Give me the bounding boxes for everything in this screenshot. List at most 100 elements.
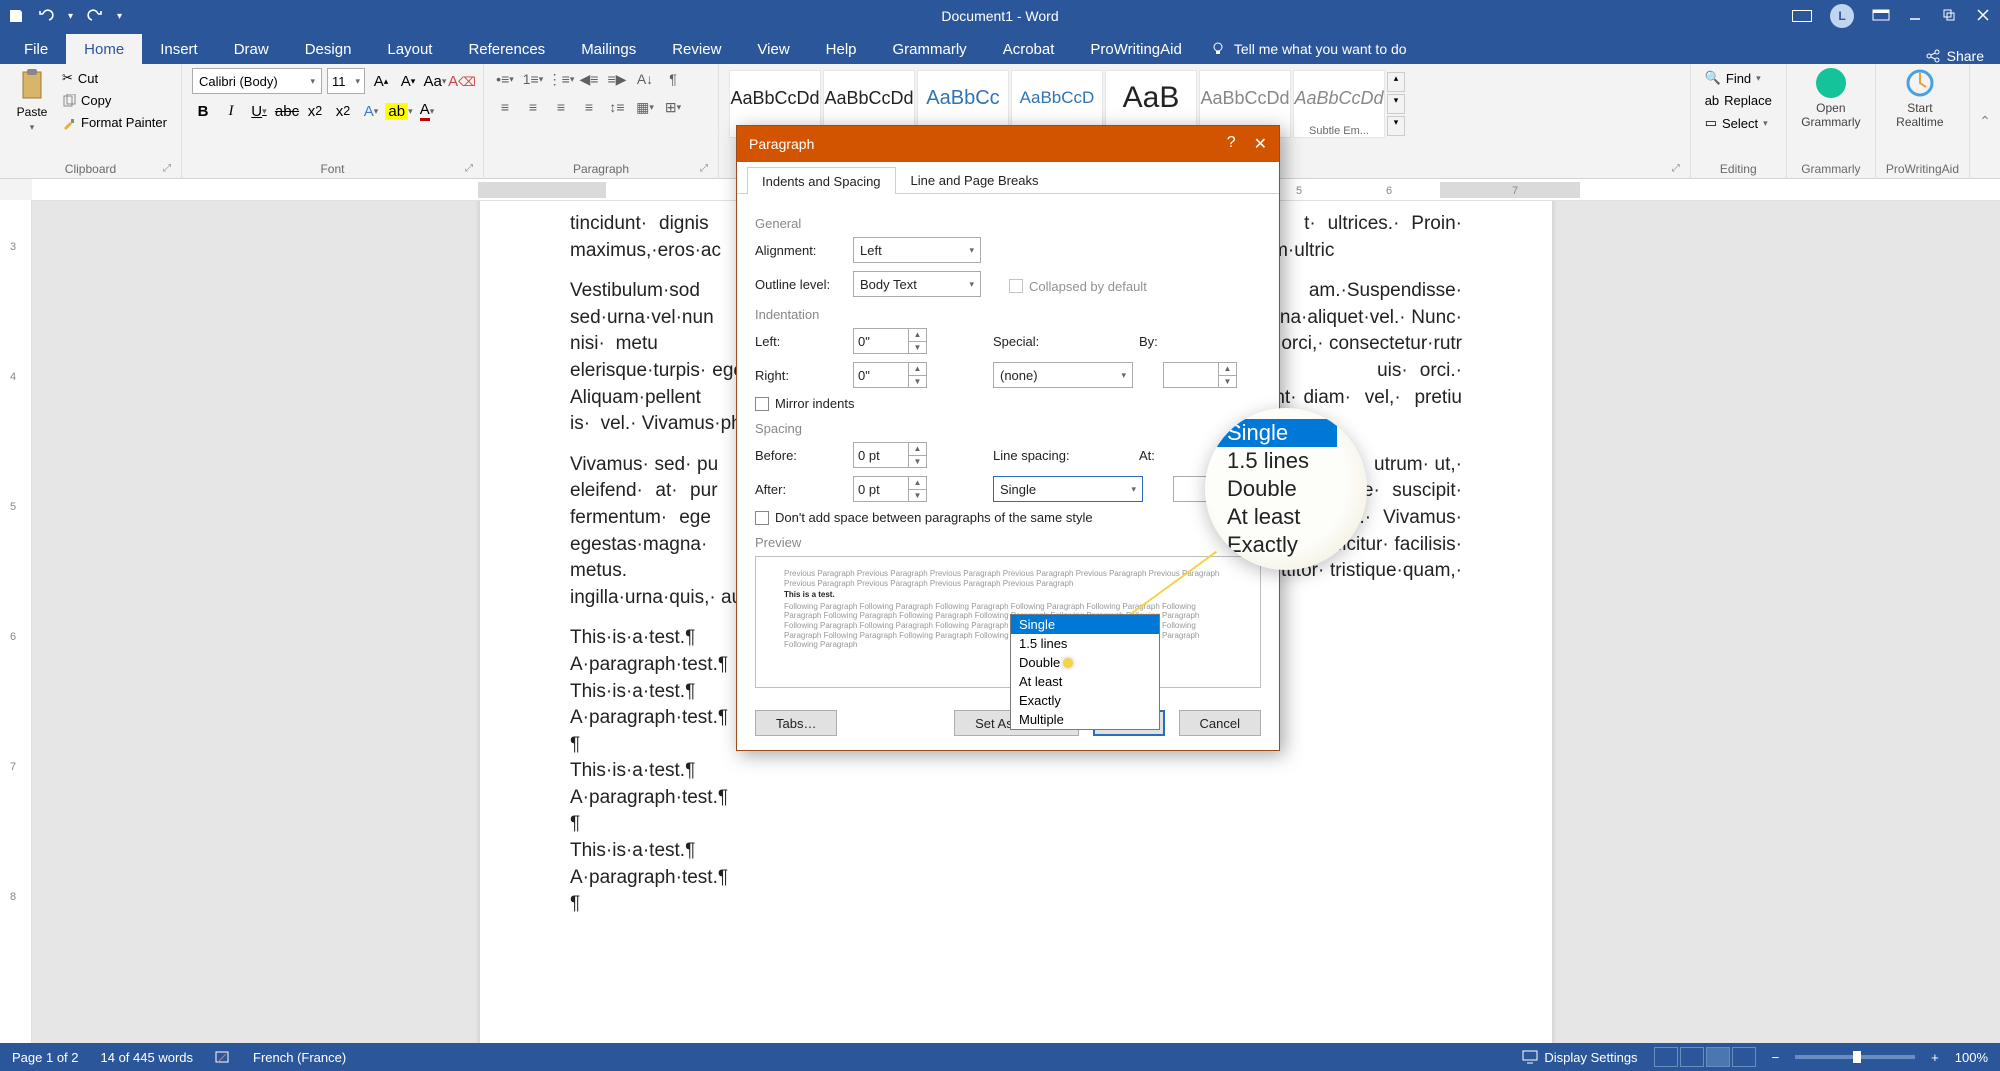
undo-icon[interactable] — [38, 8, 54, 24]
bold-button[interactable]: B — [192, 100, 214, 122]
mirror-checkbox[interactable] — [755, 397, 769, 411]
tab-help[interactable]: Help — [808, 34, 875, 64]
start-realtime-button[interactable]: Start Realtime — [1886, 68, 1954, 129]
by-spinner[interactable]: ▲▼ — [1163, 362, 1237, 388]
multilevel-button[interactable]: ⋮≡▾ — [550, 68, 572, 90]
highlight-button[interactable]: ab▾ — [388, 100, 410, 122]
font-color-button[interactable]: A▾ — [416, 100, 438, 122]
underline-button[interactable]: U▾ — [248, 100, 270, 122]
view-print-button[interactable] — [1706, 1047, 1730, 1067]
open-grammarly-button[interactable]: Open Grammarly — [1797, 68, 1865, 129]
styles-launcher-icon[interactable]: ⤢ — [1672, 163, 1686, 177]
italic-button[interactable]: I — [220, 100, 242, 122]
dialog-titlebar[interactable]: Paragraph ? ✕ — [737, 126, 1279, 162]
zoom-level[interactable]: 100% — [1955, 1050, 1988, 1065]
select-button[interactable]: ▭Select▾ — [1701, 113, 1776, 133]
copy-button[interactable]: Copy — [58, 91, 171, 110]
tab-layout[interactable]: Layout — [369, 34, 450, 64]
font-size-combo[interactable]: 11▾ — [327, 68, 365, 94]
zoom-slider[interactable] — [1795, 1055, 1915, 1059]
cut-button[interactable]: ✂Cut — [58, 68, 171, 88]
tab-grammarly[interactable]: Grammarly — [875, 34, 985, 64]
indent-left-spinner[interactable]: 0"▲▼ — [853, 328, 927, 354]
qat-customize-icon[interactable]: ▾ — [117, 11, 122, 22]
collapse-ribbon-button[interactable]: ⌃ — [1970, 64, 2000, 178]
tell-me-search[interactable]: Tell me what you want to do — [1200, 34, 1417, 64]
spellcheck-icon[interactable] — [215, 1049, 231, 1065]
linespacing-option-multiple[interactable]: Multiple — [1011, 710, 1159, 729]
shading-button[interactable]: ▦▾ — [634, 96, 656, 118]
dialog-close-icon[interactable]: ✕ — [1254, 134, 1267, 154]
align-left-button[interactable]: ≡ — [494, 96, 516, 118]
maximize-icon[interactable] — [1942, 8, 1958, 24]
tab-prowritingaid[interactable]: ProWritingAid — [1072, 34, 1199, 64]
tab-design[interactable]: Design — [287, 34, 370, 64]
before-spinner[interactable]: 0 pt▲▼ — [853, 442, 927, 468]
tab-references[interactable]: References — [450, 34, 563, 64]
styles-gallery-scroll[interactable]: ▴▾▾ — [1387, 72, 1405, 136]
word-count[interactable]: 14 of 445 words — [101, 1050, 194, 1065]
linespacing-option-15lines[interactable]: 1.5 lines — [1011, 634, 1159, 653]
minimize-icon[interactable] — [1908, 8, 1924, 24]
linespacing-option-double[interactable]: Double — [1011, 653, 1159, 672]
language-status[interactable]: French (France) — [253, 1050, 346, 1065]
display-settings-button[interactable]: Display Settings — [1522, 1050, 1637, 1065]
find-button[interactable]: 🔍Find▾ — [1701, 68, 1776, 88]
tab-home[interactable]: Home — [66, 34, 142, 64]
clear-formatting-button[interactable]: A⌫ — [451, 70, 473, 92]
superscript-button[interactable]: x2 — [332, 100, 354, 122]
tab-mailings[interactable]: Mailings — [563, 34, 654, 64]
shrink-font-button[interactable]: A▾ — [397, 70, 419, 92]
alignment-combo[interactable]: Left▾ — [853, 237, 981, 263]
font-name-combo[interactable]: Calibri (Body)▾ — [192, 68, 322, 94]
indent-right-spinner[interactable]: 0"▲▼ — [853, 362, 927, 388]
format-painter-button[interactable]: Format Painter — [58, 113, 171, 132]
text-effects-button[interactable]: A▾ — [360, 100, 382, 122]
font-launcher-icon[interactable]: ⤢ — [465, 163, 479, 177]
tab-view[interactable]: View — [739, 34, 807, 64]
dialog-tab-indents[interactable]: Indents and Spacing — [747, 167, 896, 194]
tab-acrobat[interactable]: Acrobat — [985, 34, 1073, 64]
linespacing-option-single[interactable]: Single — [1011, 615, 1159, 634]
linespacing-dropdown[interactable]: Single 1.5 lines Double At least Exactly… — [1010, 614, 1160, 730]
save-icon[interactable] — [8, 8, 24, 24]
after-spinner[interactable]: 0 pt▲▼ — [853, 476, 927, 502]
undo-dropdown-icon[interactable]: ▾ — [68, 11, 73, 22]
subscript-button[interactable]: x2 — [304, 100, 326, 122]
view-read-button[interactable] — [1680, 1047, 1704, 1067]
zoom-in-button[interactable]: + — [1931, 1050, 1939, 1065]
redo-icon[interactable] — [87, 8, 103, 24]
tab-file[interactable]: File — [6, 34, 66, 64]
clipboard-launcher-icon[interactable]: ⤢ — [163, 163, 177, 177]
change-case-button[interactable]: Aa▾ — [424, 70, 446, 92]
numbering-button[interactable]: 1≡▾ — [522, 68, 544, 90]
sort-button[interactable]: A↓ — [634, 68, 656, 90]
dialog-tab-breaks[interactable]: Line and Page Breaks — [896, 166, 1054, 193]
outline-combo[interactable]: Body Text▾ — [853, 271, 981, 297]
style-subtleem[interactable]: AaBbCcDdSubtle Em... — [1293, 70, 1385, 138]
dontadd-checkbox[interactable] — [755, 511, 769, 525]
borders-button[interactable]: ⊞▾ — [662, 96, 684, 118]
grow-font-button[interactable]: A▴ — [370, 70, 392, 92]
line-spacing-button[interactable]: ↕≡ — [606, 96, 628, 118]
increase-indent-button[interactable]: ≡▶ — [606, 68, 628, 90]
show-marks-button[interactable]: ¶ — [662, 68, 684, 90]
align-right-button[interactable]: ≡ — [550, 96, 572, 118]
share-button[interactable]: Share — [1909, 48, 2000, 64]
paste-button[interactable]: Paste ▾ — [10, 68, 54, 133]
decrease-indent-button[interactable]: ◀≡ — [578, 68, 600, 90]
paragraph-launcher-icon[interactable]: ⤢ — [700, 163, 714, 177]
zoom-out-button[interactable]: − — [1772, 1050, 1780, 1065]
replace-button[interactable]: abReplace — [1701, 91, 1776, 110]
justify-button[interactable]: ≡ — [578, 96, 600, 118]
linespacing-combo[interactable]: Single▾ — [993, 476, 1143, 502]
vertical-ruler[interactable]: 3 4 5 6 7 8 — [0, 200, 32, 1071]
tab-insert[interactable]: Insert — [142, 34, 216, 64]
dialog-help-icon[interactable]: ? — [1227, 134, 1236, 154]
tab-review[interactable]: Review — [654, 34, 739, 64]
cancel-button[interactable]: Cancel — [1179, 710, 1261, 736]
strikethrough-button[interactable]: abc — [276, 100, 298, 122]
bullets-button[interactable]: •≡▾ — [494, 68, 516, 90]
view-web-button[interactable] — [1732, 1047, 1756, 1067]
special-combo[interactable]: (none)▾ — [993, 362, 1133, 388]
